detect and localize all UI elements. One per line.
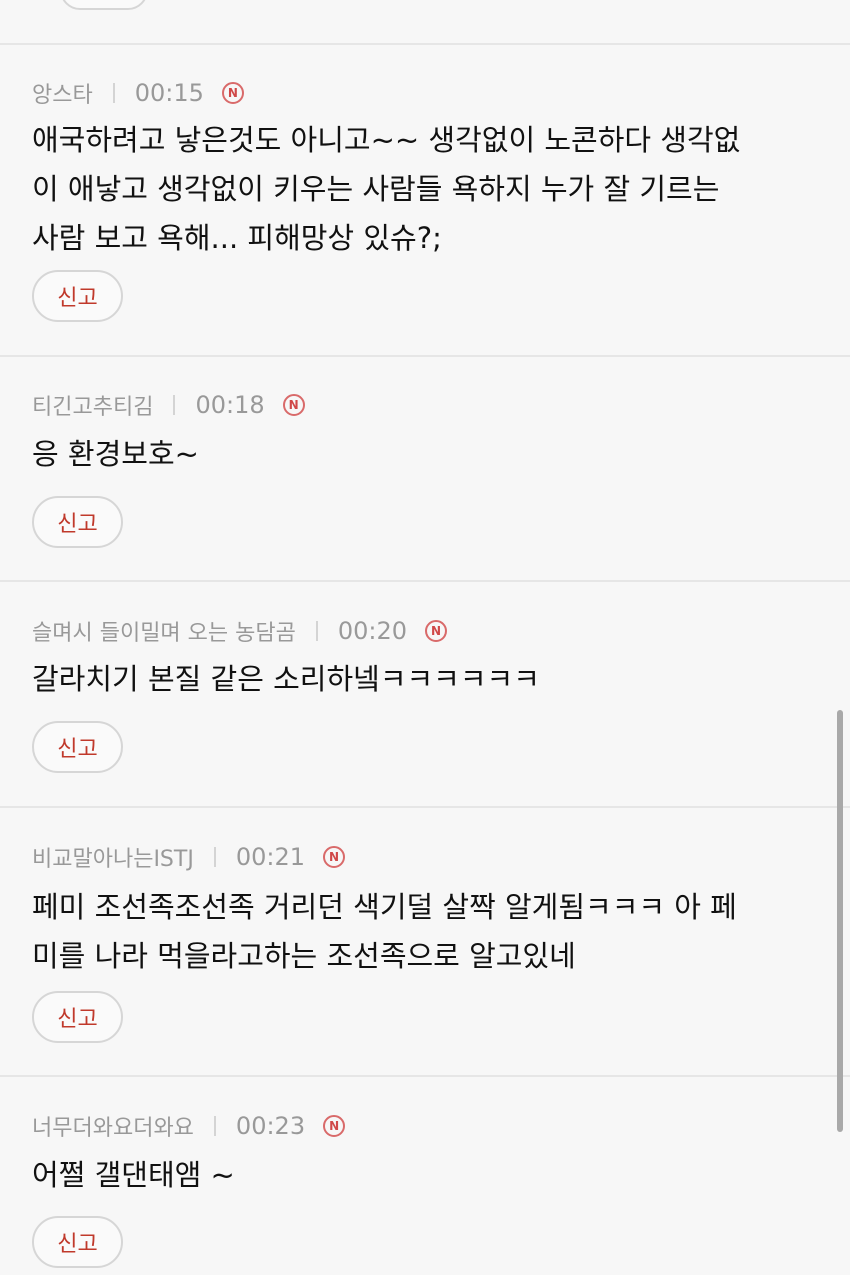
meta-separator xyxy=(173,395,176,415)
report-button[interactable]: 신고 xyxy=(32,1216,123,1268)
comment-author[interactable]: 앙스타 xyxy=(32,77,93,109)
meta-separator xyxy=(315,621,318,641)
comment-meta: 너무더와요더와요 00:23 N xyxy=(32,1110,346,1142)
report-button-partial[interactable] xyxy=(60,0,148,10)
comment-author[interactable]: 너무더와요더와요 xyxy=(32,1110,194,1142)
comment-time: 00:23 xyxy=(235,1112,306,1140)
comment-author[interactable]: 비교말아나는ISTJ xyxy=(32,841,194,873)
comment-item: 티긴고추티김 00:18 N 응 환경보호~ 신고 xyxy=(0,357,850,580)
comment-meta: 티긴고추티김 00:18 N xyxy=(32,390,305,420)
new-badge-icon: N xyxy=(323,846,345,868)
comment-list-page: 앙스타 00:15 N 애국하려고 낳은것도 아니고~~ 생각없이 노콘하다 생… xyxy=(0,0,850,1275)
comment-text: 애국하려고 낳은것도 아니고~~ 생각없이 노콘하다 생각없 이 애낳고 생각없… xyxy=(32,123,741,255)
comment-item: 비교말아나는ISTJ 00:21 N 페미 조선족조선족 거리던 색기덜 살짝 … xyxy=(0,808,850,1075)
report-button[interactable]: 신고 xyxy=(32,270,123,322)
comment-author[interactable]: 슬며시 들이밀며 오는 농담곰 xyxy=(32,615,296,647)
meta-separator xyxy=(213,847,216,867)
new-badge-icon: N xyxy=(425,620,448,642)
comment-item: 너무더와요더와요 00:23 N 어쩔 갤댄태앰 ~ 신고 xyxy=(0,1077,850,1275)
comment-time: 00:18 xyxy=(195,391,265,419)
new-badge-icon: N xyxy=(323,1115,346,1137)
comment-text: 어쩔 갤댄태앰 ~ xyxy=(32,1158,235,1192)
report-button[interactable]: 신고 xyxy=(32,496,123,548)
comment-time: 00:15 xyxy=(134,79,204,107)
comment-text: 페미 조선족조선족 거리던 색기덜 살짝 알게됨ㅋㅋㅋ 아 페 미를 나라 먹을… xyxy=(32,890,737,973)
comment-item: 슬며시 들이밀며 오는 농담곰 00:20 N 갈라치기 본질 같은 소리하넼ㅋ… xyxy=(0,582,850,806)
meta-separator xyxy=(112,83,115,103)
comment-text: 응 환경보호~ xyxy=(32,437,199,471)
comment-time: 00:20 xyxy=(337,617,408,645)
comment-time: 00:21 xyxy=(235,843,305,871)
report-button[interactable]: 신고 xyxy=(32,721,123,773)
comment-meta: 비교말아나는ISTJ 00:21 N xyxy=(32,842,345,872)
comment-meta: 슬며시 들이밀며 오는 농담곰 00:20 N xyxy=(32,615,448,647)
comment-meta: 앙스타 00:15 N xyxy=(32,78,244,108)
comment-text: 갈라치기 본질 같은 소리하넼ㅋㅋㅋㅋㅋㅋ xyxy=(32,662,540,696)
scrollbar[interactable] xyxy=(837,710,843,1132)
report-button[interactable]: 신고 xyxy=(32,991,123,1043)
new-badge-icon: N xyxy=(282,394,305,416)
meta-separator xyxy=(213,1116,216,1136)
comment-item: 앙스타 00:15 N 애국하려고 낳은것도 아니고~~ 생각없이 노콘하다 생… xyxy=(0,45,850,355)
new-badge-icon: N xyxy=(221,82,244,104)
comment-author[interactable]: 티긴고추티김 xyxy=(32,389,153,421)
